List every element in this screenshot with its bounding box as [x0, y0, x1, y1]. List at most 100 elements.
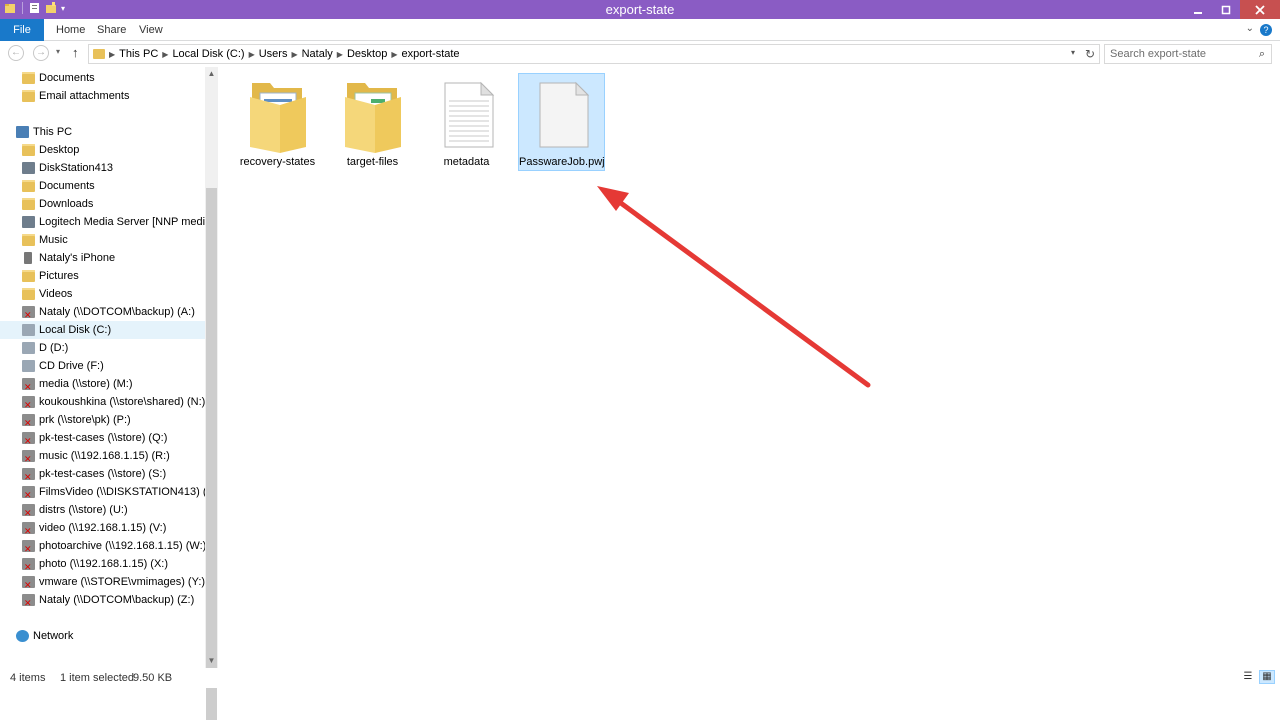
- search-input[interactable]: Search export-state ⌕: [1104, 44, 1272, 64]
- nav-item[interactable]: CD Drive (F:): [0, 357, 205, 375]
- large-icons-view-button[interactable]: ▦: [1259, 670, 1275, 684]
- large-icons-view-icon: ▦: [1262, 671, 1272, 682]
- breadcrumb-desktop[interactable]: Desktop: [347, 48, 387, 60]
- nav-item[interactable]: vmware (\\STORE\vmimages) (Y:): [0, 573, 205, 591]
- title-bar: ▾ export-state: [0, 0, 1280, 19]
- nav-item[interactable]: video (\\192.168.1.15) (V:): [0, 519, 205, 537]
- breadcrumb-local-disk[interactable]: Local Disk (C:): [172, 48, 244, 60]
- address-bar[interactable]: ▶ This PC ▶ Local Disk (C:) ▶ Users ▶ Na…: [88, 44, 1100, 64]
- selection-size: 9.50 KB: [133, 672, 173, 684]
- nav-item[interactable]: distrs (\\store) (U:): [0, 501, 205, 519]
- nav-item[interactable]: Music: [0, 231, 205, 249]
- maximize-button[interactable]: [1212, 0, 1240, 19]
- nav-item[interactable]: DiskStation413: [0, 159, 205, 177]
- nav-item[interactable]: Nataly (\\DOTCOM\backup) (Z:): [0, 591, 205, 609]
- network-drive-disconnected-icon: [22, 576, 35, 591]
- nav-item[interactable]: Nataly's iPhone: [0, 249, 205, 267]
- network-drive-disconnected-icon: [22, 468, 35, 483]
- file-item-recovery-states[interactable]: recovery-states: [234, 73, 321, 171]
- nav-item[interactable]: pk-test-cases (\\store) (S:): [0, 465, 205, 483]
- details-view-button[interactable]: ☰: [1240, 670, 1256, 684]
- tab-file[interactable]: File: [0, 19, 44, 41]
- breadcrumb-separator[interactable]: ▶: [109, 50, 115, 59]
- nav-item-label: Documents: [39, 72, 95, 84]
- folder-icon: [22, 288, 35, 300]
- scroll-up-icon[interactable]: ▲: [205, 69, 218, 78]
- nav-item[interactable]: photoarchive (\\192.168.1.15) (W:): [0, 537, 205, 555]
- tab-home[interactable]: Home: [56, 19, 85, 41]
- up-button[interactable]: ↑: [72, 45, 79, 60]
- nav-item-label: D (D:): [39, 342, 69, 354]
- tab-share[interactable]: Share: [97, 19, 126, 41]
- network-drive-disconnected-icon: [22, 432, 35, 447]
- scroll-down-icon[interactable]: ▼: [205, 656, 218, 665]
- nav-scrollbar[interactable]: ▲ ▼: [205, 67, 218, 720]
- breadcrumb-separator[interactable]: ▶: [337, 50, 343, 59]
- nav-item-label: Local Disk (C:): [39, 324, 112, 336]
- breadcrumb-separator[interactable]: ▶: [162, 50, 168, 59]
- nav-item[interactable]: pk-test-cases (\\store) (Q:): [0, 429, 205, 447]
- folder-icon: [22, 90, 35, 102]
- nav-item[interactable]: Logitech Media Server [NNP media lib: [0, 213, 205, 231]
- nav-item[interactable]: FilmsVideo (\\DISKSTATION413) (T:): [0, 483, 205, 501]
- nav-item[interactable]: Desktop: [0, 141, 205, 159]
- navigation-pane: Documents Email attachments This PC Netw…: [0, 67, 205, 668]
- nav-item[interactable]: media (\\store) (M:): [0, 375, 205, 393]
- forward-button[interactable]: →: [33, 45, 49, 61]
- search-icon[interactable]: ⌕: [1259, 48, 1265, 61]
- back-button[interactable]: ←: [8, 45, 24, 61]
- folder-icon: [22, 72, 35, 84]
- computer-icon: [16, 126, 29, 138]
- nav-item-label: Videos: [39, 288, 73, 300]
- breadcrumb-nataly[interactable]: Nataly: [302, 48, 333, 60]
- phone-icon: [24, 252, 32, 264]
- file-item-metadata[interactable]: metadata: [423, 73, 510, 171]
- address-dropdown-icon[interactable]: ▾: [1071, 48, 1075, 57]
- nav-item[interactable]: photo (\\192.168.1.15) (X:): [0, 555, 205, 573]
- nav-item[interactable]: Pictures: [0, 267, 205, 285]
- breadcrumb-separator[interactable]: ▶: [391, 50, 397, 59]
- nav-item-network[interactable]: Network: [0, 627, 205, 645]
- folder-icon: [22, 180, 35, 192]
- folder-icon: [22, 198, 35, 210]
- ribbon: File Home Share View ⌄ ?: [0, 19, 1280, 41]
- breadcrumb-separator[interactable]: ▶: [291, 50, 297, 59]
- nav-item[interactable]: Downloads: [0, 195, 205, 213]
- network-drive-disconnected-icon: [22, 414, 35, 429]
- nav-item[interactable]: D (D:): [0, 339, 205, 357]
- nav-item[interactable]: prk (\\store\pk) (P:): [0, 411, 205, 429]
- nav-item[interactable]: music (\\192.168.1.15) (R:): [0, 447, 205, 465]
- network-drive-disconnected-icon: [22, 378, 35, 393]
- recent-locations-dropdown[interactable]: ▾: [56, 47, 60, 56]
- file-name: recovery-states: [239, 156, 316, 168]
- tab-view[interactable]: View: [139, 19, 163, 41]
- expand-ribbon-icon[interactable]: ⌄: [1246, 23, 1254, 34]
- nav-item-email-attachments[interactable]: Email attachments: [0, 87, 205, 105]
- breadcrumb-export-state[interactable]: export-state: [401, 48, 459, 60]
- close-button[interactable]: [1240, 0, 1280, 19]
- nav-item[interactable]: Documents: [0, 177, 205, 195]
- nav-item-label: Music: [39, 234, 68, 246]
- file-name: PasswareJob.pwj: [519, 156, 605, 168]
- nav-item-documents-quick[interactable]: Documents: [0, 69, 205, 87]
- breadcrumb-separator[interactable]: ▶: [249, 50, 255, 59]
- minimize-button[interactable]: [1184, 0, 1212, 19]
- nav-item[interactable]: Nataly (\\DOTCOM\backup) (A:): [0, 303, 205, 321]
- close-icon: [1255, 4, 1265, 15]
- nav-item[interactable]: Local Disk (C:): [0, 321, 205, 339]
- refresh-icon[interactable]: ↻: [1085, 47, 1095, 61]
- nav-item[interactable]: koukoushkina (\\store\shared) (N:): [0, 393, 205, 411]
- folder-icon: [22, 144, 35, 156]
- details-view-icon: ☰: [1243, 671, 1253, 682]
- breadcrumb-this-pc[interactable]: This PC: [119, 48, 158, 60]
- nav-item-label: DiskStation413: [39, 162, 113, 174]
- search-placeholder: Search export-state: [1110, 48, 1206, 60]
- help-icon[interactable]: ?: [1260, 24, 1272, 36]
- scroll-thumb[interactable]: [206, 188, 217, 720]
- file-item-target-files[interactable]: target-files: [329, 73, 416, 171]
- nav-item-this-pc[interactable]: This PC: [0, 123, 205, 141]
- nas-icon: [22, 216, 35, 228]
- file-item-passwarejob[interactable]: PasswareJob.pwj: [518, 73, 605, 171]
- nav-item[interactable]: Videos: [0, 285, 205, 303]
- breadcrumb-users[interactable]: Users: [259, 48, 288, 60]
